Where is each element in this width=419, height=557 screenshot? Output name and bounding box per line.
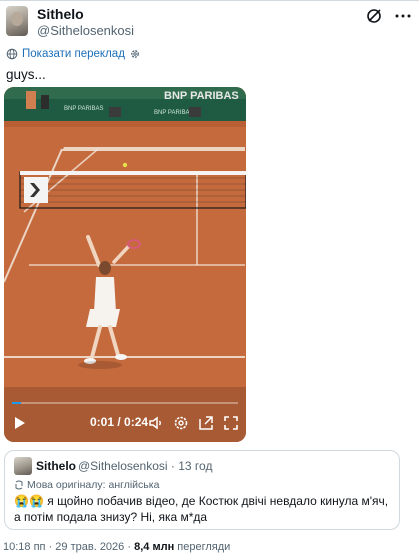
video-time: 0:01 / 0:24 [90,415,149,429]
views-label: перегляди [177,541,231,553]
court-banner-small-2: BNP PARIBAS [154,110,193,116]
meta-separator-1: · [48,541,53,553]
more-icon[interactable] [394,8,412,24]
quoted-time: 13 год [178,459,213,473]
court-banner-small-1: BNP PARIBAS [64,106,103,112]
original-language-label: Мова оригіналу: англійська [27,479,160,491]
tweet-text: guys... [6,67,46,82]
quoted-body: я щойно побачив відео, де Костюк двічі н… [14,494,389,524]
volume-icon[interactable] [147,414,165,432]
gear-icon[interactable] [129,48,141,60]
court-banner: BNP PARIBAS [164,90,239,102]
picture-in-picture-icon[interactable] [197,414,215,432]
show-translation-link[interactable]: Показати переклад [22,48,125,60]
quoted-separator: · [170,459,175,473]
view-count: 8,4 млн [134,541,175,553]
tweet-meta: 10:18 пп · 29 трав. 2026 · 8,4 млн перег… [3,541,230,553]
quoted-text: 😭😭 я щойно побачив відео, де Костюк двіч… [14,493,394,525]
grok-icon[interactable] [366,8,382,24]
quoted-tweet[interactable]: Sithelo @Sithelosenkosi · 13 год Мова ор… [4,450,400,530]
translate-row: Показати переклад [6,48,141,60]
meta-separator-2: · [127,541,132,553]
video-frame: BNP PARIBAS BNP PARIBAS BNP PARIBAS [4,87,246,442]
play-icon[interactable] [14,416,26,430]
fullscreen-icon[interactable] [222,414,240,432]
globe-icon [6,48,18,60]
quoted-avatar [14,457,32,475]
settings-icon[interactable] [172,414,190,432]
quoted-meta: @Sithelosenkosi · 13 год [78,459,212,473]
author-handle[interactable]: @Sithelosenkosi [37,23,134,38]
original-language-row: Мова оригіналу: англійська [14,479,159,491]
quoted-emoji: 😭😭 [14,494,44,508]
tweet-header: Sithelo @Sithelosenkosi [0,0,419,40]
quoted-display-name: Sithelo [36,459,77,473]
translate-icon [15,480,23,490]
video-controls: 0:01 / 0:24 [4,404,246,442]
author-display-name[interactable]: Sithelo [37,6,84,22]
video-player[interactable]: BNP PARIBAS BNP PARIBAS BNP PARIBAS 0:01… [4,87,246,442]
quoted-handle: @Sithelosenkosi [78,459,168,473]
avatar[interactable] [6,6,28,36]
tweet-time[interactable]: 10:18 пп [3,541,46,553]
tweet-date[interactable]: 29 трав. 2026 [55,541,124,553]
